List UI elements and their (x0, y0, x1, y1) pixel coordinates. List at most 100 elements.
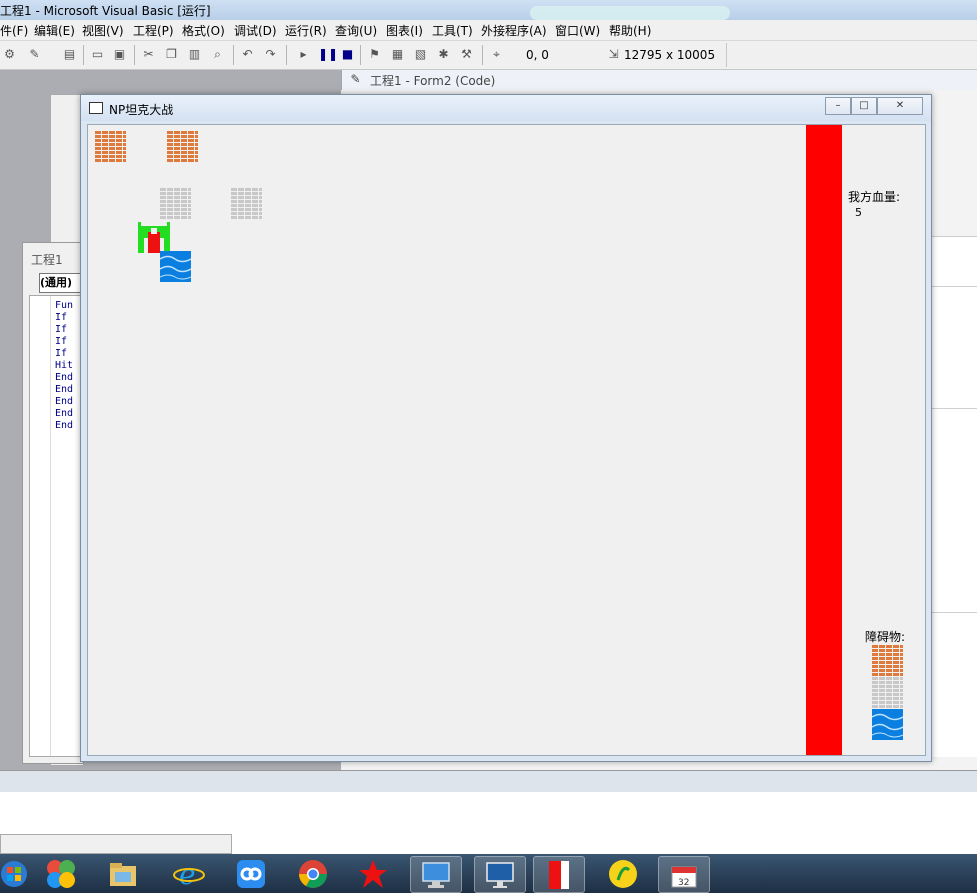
legend-steel-tile (872, 677, 903, 708)
project-explorer-icon[interactable]: ⚑ (367, 47, 382, 62)
obstacle-label: 障碍物: (865, 630, 906, 644)
toolbar-separator (134, 45, 135, 65)
toolbar: ⚙ ✎ ▤ ▭ ▣ ✂ ❐ ▥ ⌕ ↶ ↷ ▸ ❚❚ ■ ⚑ ▦ ▧ ✱ ⚒ ⌖… (0, 41, 977, 70)
module-window-title: 工程1 (31, 253, 63, 267)
color-swirl-icon[interactable] (36, 856, 86, 891)
music-app-icon[interactable] (598, 856, 648, 891)
horizontal-scrollbar[interactable] (0, 834, 232, 854)
start-icon[interactable]: ▸ (296, 47, 311, 62)
steel-tile (160, 188, 191, 219)
add-form-icon[interactable]: ✎ (27, 47, 42, 62)
remote-desktop-icon[interactable] (410, 856, 462, 893)
water-tile (160, 251, 191, 282)
menu-addins[interactable]: 外接程序(A) (481, 22, 547, 39)
brick-tile (95, 131, 126, 162)
toolbar-separator (286, 45, 287, 65)
right-panel (930, 236, 977, 757)
chrome-icon[interactable] (288, 856, 338, 891)
code-window-icon: ✎ (350, 72, 361, 86)
menu-file[interactable]: 件(F) (0, 22, 28, 39)
hp-value: 5 (855, 206, 862, 219)
save-icon[interactable]: ▣ (112, 47, 127, 62)
panel-divider (930, 286, 977, 287)
toolbar-separator (233, 45, 234, 65)
menu-format[interactable]: 格式(O) (182, 22, 225, 39)
open-icon[interactable]: ▭ (90, 47, 105, 62)
close-button[interactable]: ✕ (877, 97, 923, 115)
form-layout-icon[interactable]: ▧ (413, 47, 428, 62)
menu-help[interactable]: 帮助(H) (609, 22, 651, 39)
panel-divider (930, 408, 977, 409)
menu-run[interactable]: 运行(R) (285, 22, 327, 39)
add-project-icon[interactable]: ⚙ (2, 47, 17, 62)
file-explorer-icon[interactable] (98, 856, 148, 891)
undo-icon[interactable]: ↶ (240, 47, 255, 62)
menu-tools[interactable]: 工具(T) (432, 22, 473, 39)
game-window[interactable]: NP坦克大战 – □ ✕ 我方血量: 5 障碍物: (80, 94, 932, 762)
toolbar-separator (83, 45, 84, 65)
maximize-button[interactable]: □ (851, 97, 877, 115)
game-field[interactable]: 我方血量: 5 障碍物: (87, 124, 926, 756)
player-tank (138, 222, 170, 253)
code-line: If (55, 312, 68, 323)
menu-bar: 件(F) 编辑(E) 视图(V) 工程(P) 格式(O) 调试(D) 运行(R)… (0, 20, 977, 41)
immediate-window-titlebar[interactable] (0, 770, 977, 793)
code-line: End (55, 408, 74, 419)
find-icon[interactable]: ⌕ (210, 47, 225, 62)
code-line: Hit (55, 360, 74, 371)
hp-label: 我方血量: (848, 190, 901, 204)
panel-divider (930, 612, 977, 613)
module-code-window[interactable]: 工程1 (通用) Fun If If If If Hit End End End… (22, 242, 85, 764)
code-line: End (55, 372, 74, 383)
code-line: End (55, 420, 74, 431)
menu-query[interactable]: 查询(U) (335, 22, 377, 39)
code-line: End (55, 396, 74, 407)
object-combo[interactable]: (通用) (39, 273, 85, 293)
end-icon[interactable]: ■ (340, 47, 355, 62)
game-window-titlebar[interactable]: NP坦克大战 – □ ✕ (81, 95, 931, 121)
code-window-titlebar[interactable]: ✎ 工程1 - Form2 (Code) (341, 70, 977, 90)
legend-water-tile (872, 709, 903, 740)
menu-debug[interactable]: 调试(D) (234, 22, 277, 39)
toolbar-separator (482, 45, 483, 65)
code-line: If (55, 324, 68, 335)
ide-title: 工程1 - Microsoft Visual Basic [运行] (0, 4, 211, 18)
object-browser-icon[interactable]: ✱ (436, 47, 451, 62)
legend-brick-tile (872, 645, 903, 676)
ide-title-bar: 工程1 - Microsoft Visual Basic [运行] (0, 0, 977, 20)
svg-text:32: 32 (678, 878, 689, 888)
menu-diagram[interactable]: 图表(I) (386, 22, 423, 39)
title-glow (530, 6, 730, 20)
copy-icon[interactable]: ❐ (164, 47, 179, 62)
monitor-app-icon[interactable] (474, 856, 526, 893)
menu-editor-icon[interactable]: ▤ (62, 47, 77, 62)
toolbar-readout-box (510, 43, 727, 67)
code-gutter (30, 296, 51, 756)
windows-start-icon[interactable] (0, 856, 27, 891)
red-boundary-wall (806, 125, 842, 755)
minimize-button[interactable]: – (825, 97, 851, 115)
properties-icon[interactable]: ▦ (390, 47, 405, 62)
menu-edit[interactable]: 编辑(E) (34, 22, 75, 39)
red-white-app-icon[interactable] (533, 856, 585, 893)
svg-text:e: e (179, 858, 196, 890)
redo-icon[interactable]: ↷ (263, 47, 278, 62)
paste-icon[interactable]: ▥ (187, 47, 202, 62)
brick-tile (167, 131, 198, 162)
cut-icon[interactable]: ✂ (141, 47, 156, 62)
internet-explorer-icon[interactable]: e (164, 856, 214, 891)
break-icon[interactable]: ❚❚ (318, 47, 338, 62)
steel-tile (231, 188, 262, 219)
code-line: End (55, 384, 74, 395)
menu-view[interactable]: 视图(V) (82, 22, 124, 39)
code-line: If (55, 336, 68, 347)
position-icon: ⌖ (493, 47, 500, 61)
baidu-cloud-icon[interactable] (226, 856, 276, 891)
calendar-app-icon[interactable]: 32 (658, 856, 710, 893)
code-window-title: 工程1 - Form2 (Code) (370, 74, 496, 88)
red-app-icon[interactable] (348, 856, 398, 891)
toolbox-icon[interactable]: ⚒ (459, 47, 474, 62)
form-icon (89, 102, 103, 114)
menu-window[interactable]: 窗口(W) (555, 22, 600, 39)
menu-project[interactable]: 工程(P) (133, 22, 174, 39)
